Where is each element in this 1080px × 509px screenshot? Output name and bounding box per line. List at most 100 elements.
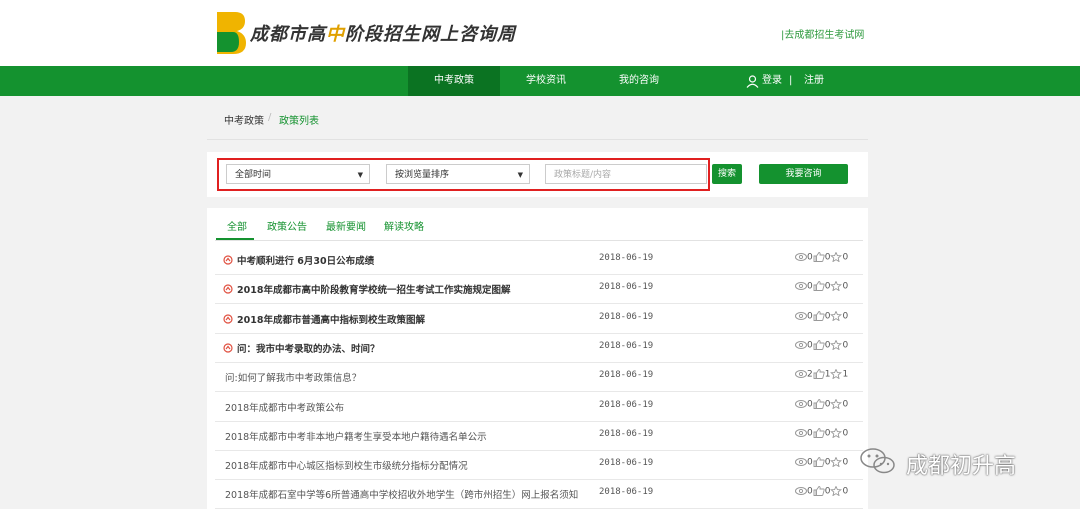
highlight-box	[217, 158, 710, 191]
thumbs-up-icon[interactable]	[813, 457, 825, 468]
list-item[interactable]: 2018年成都市中考非本地户籍考生享受本地户籍待遇名单公示 2018-06-19 0…	[215, 421, 863, 451]
list-item-date: 2018-06-19	[599, 340, 654, 351]
star-count: 0	[842, 252, 849, 263]
hot-badge-icon	[223, 255, 233, 265]
login-link[interactable]: 登录	[762, 66, 782, 96]
thumbs-up-icon[interactable]	[813, 369, 825, 380]
site-title-highlight: 中	[326, 24, 345, 45]
star-icon[interactable]	[830, 398, 843, 409]
tab-all[interactable]: 全部	[227, 218, 247, 233]
star-icon[interactable]	[830, 339, 843, 350]
list-item-title[interactable]: 2018年成都市中心城区指标到校生市级统分指标分配情况	[225, 458, 468, 472]
thumbs-up-icon[interactable]	[813, 486, 825, 497]
divider	[207, 139, 868, 140]
star-icon[interactable]	[830, 369, 843, 380]
star-count: 0	[842, 457, 849, 468]
site-header: 成都市高中阶段招生网上咨询周 |去成都招生考试网	[0, 0, 1080, 66]
list-item[interactable]: 问：我市中考录取的办法、时间？ 2018-06-19 0 0 0	[215, 333, 863, 363]
list-item-date: 2018-06-19	[599, 253, 654, 263]
eye-icon	[795, 311, 807, 320]
list-item-stats: 000	[795, 310, 849, 322]
nav-item-school-news[interactable]: 学校资讯	[510, 66, 582, 96]
consult-button[interactable]: 我要咨询	[759, 164, 848, 184]
star-count: 0	[842, 340, 849, 351]
list-item-title[interactable]: 2018年成都市中考非本地户籍考生享受本地户籍待遇名单公示	[225, 429, 487, 443]
star-count: 0	[842, 311, 849, 322]
star-icon[interactable]	[830, 427, 843, 438]
site-title-part: 阶段招生网上咨询周	[345, 24, 516, 45]
list-item[interactable]: 2018年成都市中心城区指标到校生市级统分指标分配情况 2018-06-19 0 0 0	[215, 450, 863, 481]
logo-icon[interactable]	[207, 10, 247, 56]
star-icon[interactable]	[830, 486, 843, 497]
list-item-title[interactable]: 2018年成都市中考政策公布	[225, 400, 344, 414]
list-item-title[interactable]: 问：我市中考录取的办法、时间？	[237, 341, 380, 355]
hot-badge-icon	[223, 343, 233, 353]
watermark-text: 成都初升高	[906, 454, 1017, 479]
breadcrumb-root[interactable]: 中考政策	[224, 112, 264, 127]
main-nav: 中考政策 学校资讯 我的咨询 登录 | 注册	[0, 66, 1080, 96]
list-item-stats: 000	[795, 486, 848, 497]
list-item-stats: 000	[795, 252, 848, 263]
star-icon[interactable]	[830, 252, 843, 262]
list-item-stats: 211	[795, 369, 848, 380]
star-icon[interactable]	[830, 457, 843, 468]
eye-icon	[795, 487, 807, 496]
wechat-icon	[860, 448, 895, 474]
list-item[interactable]: 2018年成都市高中阶段教育学校统一招生考试工作实施规定图解 2018-06-19…	[215, 274, 863, 305]
breadcrumb-current: 政策列表	[279, 116, 319, 127]
list-item-title[interactable]: 2018年成都石室中学等6所普通高中学校招收外地学生（跨市州招生）网上报名须知	[225, 487, 578, 501]
list-item-stats: 000	[795, 281, 848, 292]
list-item[interactable]: 中考顺利进行 6月30日公布成绩 2018-06-19 0 0 0	[215, 245, 863, 275]
list-item-title[interactable]: 问:如何了解我市中考政策信息？	[225, 370, 361, 384]
search-button[interactable]: 搜索	[712, 164, 742, 184]
list-item-stats: 000	[795, 427, 848, 438]
thumbs-up-icon[interactable]	[813, 398, 825, 409]
list-item-date: 2018-06-19	[599, 311, 654, 322]
star-icon[interactable]	[830, 281, 843, 292]
eye-icon	[795, 399, 807, 408]
site-title[interactable]: 成都市高中阶段招生网上咨询周	[250, 20, 516, 46]
star-count: 1	[842, 369, 849, 380]
nav-item-my-consult[interactable]: 我的咨询	[603, 66, 675, 96]
star-count: 0	[842, 281, 849, 292]
exam-site-link[interactable]: |去成都招生考试网	[781, 26, 864, 41]
list-item-date: 2018-06-19	[599, 487, 654, 498]
list-item-stats: 000	[795, 457, 848, 468]
register-link[interactable]: 注册	[804, 66, 824, 96]
tab-announcements[interactable]: 政策公告	[267, 218, 307, 233]
thumbs-up-icon[interactable]	[813, 427, 825, 438]
list-item[interactable]: 2018年成都市普通高中指标到校生政策图解 2018-06-19 0 0 0	[215, 304, 863, 334]
eye-icon	[795, 458, 807, 467]
list-item-date: 2018-06-19	[599, 428, 654, 439]
list-item[interactable]: 问:如何了解我市中考政策信息？ 2018-06-19 2 1 1	[215, 362, 863, 393]
user-icon	[746, 75, 759, 88]
tab-latest-news[interactable]: 最新要闻	[326, 218, 366, 233]
thumbs-up-icon[interactable]	[813, 281, 825, 292]
eye-icon	[795, 253, 807, 261]
list-item-title[interactable]: 2018年成都市普通高中指标到校生政策图解	[237, 312, 425, 326]
list-item[interactable]: 2018年成都石室中学等6所普通高中学校招收外地学生（跨市州招生）网上报名须知 2…	[215, 479, 863, 509]
hot-badge-icon	[223, 284, 233, 294]
list-item-date: 2018-06-19	[599, 370, 654, 381]
eye-icon	[795, 340, 807, 349]
thumbs-up-icon[interactable]	[813, 339, 825, 350]
divider	[215, 240, 863, 241]
star-count: 0	[842, 399, 849, 409]
thumbs-up-icon[interactable]	[813, 252, 825, 262]
list-item-stats: 000	[795, 339, 849, 351]
list-item[interactable]: 2018年成都市中考政策公布 2018-06-19 0 0 0	[215, 392, 863, 422]
star-icon[interactable]	[830, 310, 843, 321]
star-count: 0	[842, 486, 849, 497]
list-item-stats: 000	[795, 398, 849, 409]
tab-guides[interactable]: 解读攻略	[384, 218, 424, 233]
eye-icon	[795, 370, 807, 379]
list-item-title[interactable]: 中考顺利进行 6月30日公布成绩	[237, 253, 374, 267]
breadcrumb-separator: /	[268, 112, 272, 123]
list-item-date: 2018-06-19	[599, 282, 654, 293]
eye-icon	[795, 282, 807, 291]
hot-badge-icon	[223, 313, 233, 324]
list-item-title[interactable]: 2018年成都市高中阶段教育学校统一招生考试工作实施规定图解	[237, 282, 510, 296]
thumbs-up-icon[interactable]	[813, 310, 825, 321]
nav-item-policy[interactable]: 中考政策	[408, 66, 500, 96]
site-title-part: 成都市高	[250, 24, 326, 45]
